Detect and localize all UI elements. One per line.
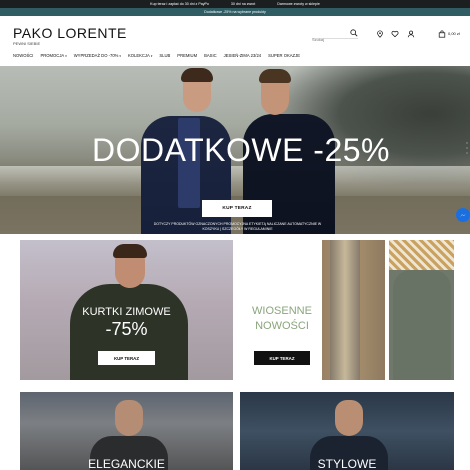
nav-item-new[interactable]: NOWOŚCI	[13, 53, 33, 58]
nav-item-label: WYPRZEDAŻ DO -70%	[73, 52, 119, 58]
tile-spring-news[interactable]: WIOSENNE NOWOŚCI KUP TERAZ	[238, 240, 320, 380]
tile-model-head	[115, 400, 143, 436]
tile-spring-collage[interactable]	[322, 240, 385, 380]
nav-item-label: KOLEKCJA	[127, 52, 150, 58]
promo-store-returns[interactable]: Darmowe zwroty w sklepie	[277, 2, 320, 6]
messenger-chat-button[interactable]	[456, 208, 470, 222]
cart-amount[interactable]: 0,00 zł	[448, 31, 460, 36]
tile-spring-collage-right[interactable]	[389, 240, 454, 380]
promo-returns[interactable]: 30 dni na zwrot	[231, 2, 255, 6]
tile-elegant[interactable]: ELEGANCKIE	[20, 392, 233, 470]
nav-item-label: PREMIUM	[177, 52, 198, 58]
nav-item-label: PROMOCJA	[40, 52, 65, 58]
tile-winter-jackets[interactable]: KURTKI ZIMOWE -75% KUP TERAZ	[20, 240, 233, 380]
slider-dot[interactable]	[466, 152, 468, 154]
hero-buy-button[interactable]: KUP TERAZ	[202, 200, 272, 217]
nav-item-label: NOWOŚCI	[13, 52, 34, 58]
collage-fabric	[330, 240, 360, 380]
search-icon[interactable]	[350, 29, 358, 37]
hero-title: DODATKOWE -25%	[92, 132, 390, 168]
nav-item-label: BASIC	[204, 52, 217, 58]
nav-item-wedding[interactable]: SLUB	[159, 53, 170, 58]
hero-model-left-hair	[181, 68, 213, 82]
promo-paypo[interactable]: Kup teraz i zapłać do 30 dni z PayPo	[150, 2, 209, 6]
nav-item-promotion[interactable]: PROMOCJA▾	[40, 53, 66, 58]
tile-model-hair	[113, 244, 147, 258]
nav-item-collection[interactable]: KOLEKCJA▾	[128, 53, 152, 58]
tile-model-head	[335, 400, 363, 436]
bag-icon[interactable]	[438, 30, 446, 38]
tile-title: STYLOWE	[317, 457, 377, 470]
tile-title: KURTKI ZIMOWE	[82, 306, 171, 318]
sub-promo-bar[interactable]: Dodatkowe -25% na wybrane produkty	[0, 8, 470, 16]
nav-item-sale[interactable]: WYPRZEDAŻ DO -70%▾	[74, 53, 121, 58]
hero-background-sea	[0, 166, 470, 196]
logo[interactable]: PAKO LORENTE	[13, 26, 127, 40]
chevron-down-icon: ▾	[65, 53, 67, 58]
search-input[interactable]	[312, 34, 348, 45]
collage-pattern	[389, 240, 454, 270]
logo-tagline: PEWNI SIEBIE	[13, 41, 41, 46]
search-box	[312, 28, 358, 45]
chevron-down-icon: ▾	[150, 53, 153, 58]
tile-discount: -75%	[105, 319, 148, 339]
location-pin-icon[interactable]	[376, 30, 384, 38]
hero-disclaimer: DOTYCZY PRODUKTÓW OZNACZONYCH PROMOCYJNA…	[153, 222, 322, 231]
nav-item-autumn-winter[interactable]: JESIEŃ-ZIMA 23/24	[224, 53, 261, 58]
nav-item-premium[interactable]: PREMIUM	[177, 53, 197, 58]
main-nav: NOWOŚCI PROMOCJA▾ WYPRZEDAŻ DO -70%▾ KOL…	[13, 51, 300, 59]
tile-title: WIOSENNE	[252, 305, 312, 317]
slider-dot[interactable]	[466, 142, 468, 144]
promo-bar: Kup teraz i zapłać do 30 dni z PayPo 30 …	[0, 0, 470, 8]
user-icon[interactable]	[407, 30, 415, 38]
nav-item-super-deals[interactable]: SUPER OKAZJE	[268, 53, 300, 58]
chevron-down-icon: ▾	[119, 53, 121, 58]
tile-subtitle: NOWOŚCI	[255, 320, 309, 332]
sub-promo-text: Dodatkowe -25% na wybrane produkty	[204, 10, 266, 14]
nav-item-label: SUPER OKAZJE	[268, 52, 301, 58]
tile-title: ELEGANCKIE	[88, 457, 165, 470]
tile-stylish[interactable]: STYLOWE	[240, 392, 454, 470]
slider-dot[interactable]	[466, 147, 468, 149]
nav-item-label: SLUB	[159, 52, 171, 58]
tile-buy-button[interactable]: KUP TERAZ	[98, 351, 155, 365]
nav-item-label: JESIEŃ-ZIMA 23/24	[223, 52, 262, 58]
heart-icon[interactable]	[391, 30, 399, 38]
nav-item-basic[interactable]: BASIC	[204, 53, 217, 58]
hero-banner[interactable]: DODATKOWE -25% KUP TERAZ DOTYCZY PRODUKT…	[0, 66, 470, 234]
collage-polo	[393, 270, 451, 380]
tile-buy-button[interactable]: KUP TERAZ	[254, 351, 310, 365]
hero-model-right-hair	[259, 69, 291, 83]
messenger-icon	[460, 213, 466, 217]
